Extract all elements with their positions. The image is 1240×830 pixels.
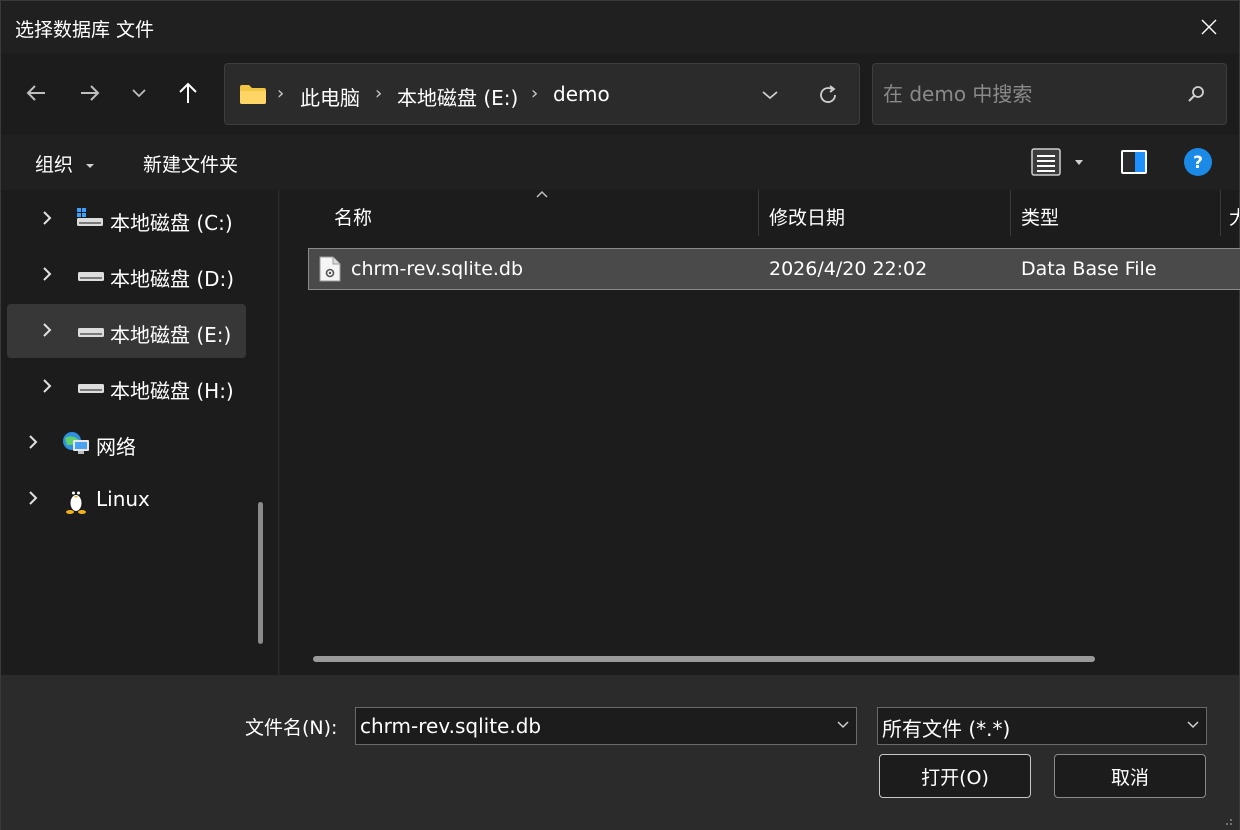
filename-combobox: [355, 707, 857, 745]
recent-locations-button[interactable]: [119, 73, 159, 113]
view-options-button[interactable]: [1031, 147, 1091, 181]
svg-text:?: ?: [1193, 153, 1203, 173]
nav-item-label: 本地磁盘 (E:): [110, 323, 232, 347]
column-header-size[interactable]: 大: [1221, 190, 1239, 238]
filetype-select[interactable]: 所有文件 (*.*): [877, 707, 1207, 745]
file-list: 名称 修改日期 类型 大 chrm-rev.sqlite.db 2026/4/2…: [280, 190, 1240, 675]
nav-item-label: 网络: [96, 435, 136, 459]
refresh-button[interactable]: [813, 80, 843, 110]
drive-icon: [78, 328, 104, 337]
nav-item-label: 本地磁盘 (H:): [110, 379, 234, 403]
resize-grip-icon[interactable]: [1221, 814, 1233, 826]
file-modified: 2026/4/20 22:02: [769, 258, 928, 280]
nav-pane-scrollbar[interactable]: [258, 502, 263, 644]
arrow-left-icon: [26, 85, 45, 101]
preview-pane-button[interactable]: [1119, 147, 1149, 181]
breadcrumb-this-pc[interactable]: 此电脑: [300, 82, 360, 111]
file-type: Data Base File: [1021, 258, 1157, 280]
drive-icon: [78, 272, 104, 281]
arrow-up-icon: [179, 82, 197, 103]
preview-pane-icon: [1121, 150, 1147, 174]
search-input[interactable]: [883, 79, 1173, 109]
help-button[interactable]: ?: [1183, 147, 1213, 181]
chevron-right-icon: [43, 267, 52, 281]
chevron-down-icon[interactable]: [836, 718, 850, 732]
chevron-right-icon: [29, 491, 38, 505]
nav-item-drive-h[interactable]: 本地磁盘 (H:): [7, 360, 246, 414]
nav-item-label: 本地磁盘 (C:): [110, 211, 233, 235]
details-view-icon: [1031, 148, 1083, 176]
nav-item-drive-e[interactable]: 本地磁盘 (E:): [7, 304, 246, 358]
address-dropdown-button[interactable]: [755, 80, 785, 110]
nav-item-label: Linux: [96, 487, 150, 511]
network-icon: [63, 432, 89, 454]
dialog-title: 选择数据库 文件: [15, 19, 155, 41]
chevron-right-icon: [43, 379, 52, 393]
new-folder-button[interactable]: 新建文件夹: [143, 150, 238, 177]
command-bar: 组织 新建文件夹 ?: [1, 135, 1239, 190]
drive-icon: [78, 384, 104, 393]
breadcrumb-demo[interactable]: demo: [553, 82, 610, 106]
filename-label: 文件名(N):: [245, 717, 338, 739]
cancel-button[interactable]: 取消: [1054, 754, 1206, 798]
breadcrumb-separator: ›: [375, 83, 383, 104]
nav-item-network[interactable]: 网络: [7, 416, 246, 470]
close-button[interactable]: [1179, 1, 1239, 53]
breadcrumb-separator: ›: [531, 83, 539, 104]
database-file-icon: [319, 256, 341, 282]
file-row[interactable]: chrm-rev.sqlite.db 2026/4/20 22:02 Data …: [308, 248, 1240, 290]
windows-drive-icon: [77, 208, 103, 226]
arrow-right-icon: [81, 85, 100, 101]
nav-item-drive-c[interactable]: 本地磁盘 (C:): [7, 192, 246, 246]
filetype-value: 所有文件 (*.*): [882, 717, 1011, 741]
file-list-horizontal-scrollbar[interactable]: [313, 656, 1095, 662]
navigation-bar: › 此电脑 › 本地磁盘 (E:) › demo: [1, 53, 1239, 135]
file-name: chrm-rev.sqlite.db: [351, 258, 524, 280]
chevron-down-icon: [762, 91, 778, 100]
refresh-icon: [820, 85, 836, 103]
open-button[interactable]: 打开(O): [879, 754, 1031, 798]
folder-icon: [240, 85, 266, 104]
linux-penguin-icon: [66, 490, 86, 514]
chevron-down-icon: [132, 89, 146, 98]
nav-item-drive-d[interactable]: 本地磁盘 (D:): [7, 248, 246, 302]
column-header-modified[interactable]: 修改日期: [759, 190, 1010, 238]
forward-button[interactable]: [70, 73, 110, 113]
nav-item-linux[interactable]: Linux: [7, 472, 246, 526]
address-bar[interactable]: › 此电脑 › 本地磁盘 (E:) › demo: [224, 63, 860, 125]
file-open-dialog: 选择数据库 文件 › 此电脑 › 本地磁盘 (E:) › demo 在 demo…: [0, 0, 1240, 830]
back-button[interactable]: [16, 73, 56, 113]
nav-item-label: 本地磁盘 (D:): [110, 267, 235, 291]
title-bar: 选择数据库 文件: [1, 1, 1239, 53]
organize-label: 组织: [35, 154, 74, 176]
chevron-right-icon: [43, 211, 52, 225]
dialog-footer: 文件名(N): 所有文件 (*.*) 打开(O) 取消: [1, 675, 1239, 830]
caret-down-icon: [86, 163, 95, 168]
help-icon: ?: [1184, 148, 1212, 176]
column-header-name[interactable]: 名称: [280, 190, 758, 238]
search-box: [872, 63, 1227, 125]
up-button[interactable]: [168, 73, 208, 113]
chevron-right-icon: [29, 435, 38, 449]
breadcrumb-drive-e[interactable]: 本地磁盘 (E:): [397, 82, 518, 111]
search-icon: [1188, 86, 1204, 102]
navigation-pane: 本地磁盘 (C:) 本地磁盘 (D:) 本地磁盘 (E:) 本地磁盘 (H:): [1, 190, 279, 675]
chevron-down-icon: [1187, 721, 1199, 729]
close-icon: [1201, 19, 1217, 35]
column-header-type[interactable]: 类型: [1011, 190, 1221, 238]
organize-menu-button[interactable]: 组织: [35, 150, 95, 177]
breadcrumb-separator: ›: [277, 83, 285, 104]
chevron-right-icon: [43, 323, 52, 337]
filename-input[interactable]: [360, 712, 820, 740]
